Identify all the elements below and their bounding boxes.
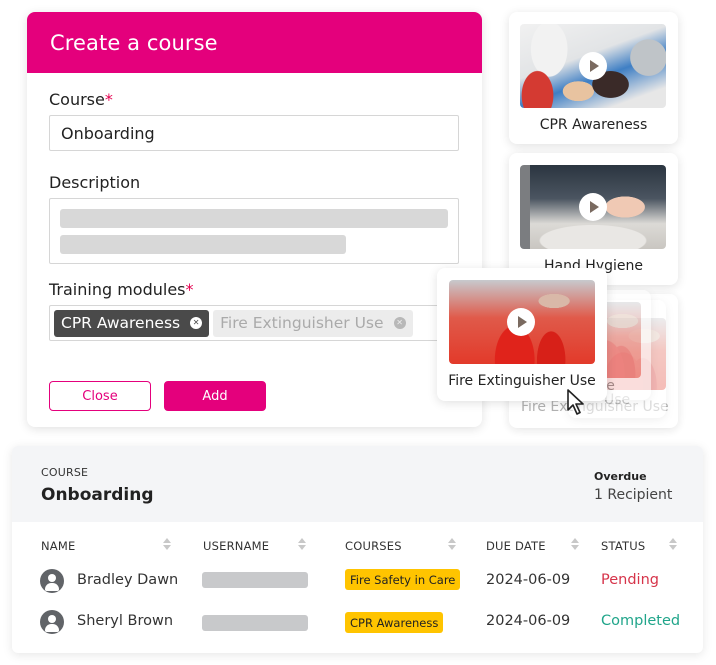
description-placeholder-line	[60, 209, 448, 228]
required-mark: *	[104, 90, 113, 109]
add-button[interactable]: Add	[164, 381, 266, 411]
dialog-header: Create a course	[27, 12, 482, 73]
course-name: Onboarding	[41, 485, 154, 505]
sort-icon[interactable]	[163, 538, 172, 552]
course-badge: Fire Safety in Care	[345, 569, 461, 590]
status-badge: Pending	[601, 572, 659, 588]
video-title: Fire Extinguisher Use	[448, 373, 596, 389]
status-badge: Completed	[601, 613, 681, 629]
course-input-value: Onboarding	[61, 123, 155, 143]
video-title: CPR Awareness	[539, 117, 648, 133]
mouse-pointer-icon	[567, 389, 584, 415]
video-thumbnail	[520, 165, 666, 249]
play-icon[interactable]	[579, 52, 607, 80]
description-label: Description	[49, 173, 141, 192]
avatar-icon	[40, 610, 64, 634]
module-tag-fire-extinguisher-use[interactable]: Fire Extinguisher Use ✕	[213, 309, 413, 337]
column-header-due-date[interactable]: DUE DATE	[486, 539, 546, 553]
video-card-cpr-awareness[interactable]: CPR Awareness	[509, 12, 678, 144]
sort-icon[interactable]	[669, 538, 678, 552]
video-card-hand-hygiene[interactable]: Hand Hygiene	[509, 153, 678, 285]
course-label: Course*	[49, 90, 113, 109]
video-card-fire-extinguisher-use[interactable]: Fire Extinguisher Use	[437, 268, 607, 401]
recipient-name: Bradley Dawn	[77, 572, 179, 588]
close-button[interactable]: Close	[49, 381, 151, 411]
modules-input[interactable]: CPR Awareness ✕ Fire Extinguisher Use ✕	[49, 305, 459, 341]
video-thumbnail	[449, 280, 595, 364]
sort-icon[interactable]	[298, 538, 307, 552]
create-course-dialog: Create a course Course* Onboarding Descr…	[27, 12, 482, 427]
close-circle-icon[interactable]: ✕	[393, 317, 406, 329]
username-placeholder	[202, 572, 308, 588]
required-mark: *	[185, 280, 194, 299]
column-header-name[interactable]: NAME	[41, 539, 75, 553]
sort-icon[interactable]	[448, 538, 457, 552]
play-icon[interactable]	[507, 308, 535, 336]
due-date: 2024-06-09	[486, 613, 571, 629]
sort-icon[interactable]	[571, 538, 580, 552]
overdue-value: 1 Recipient	[594, 487, 673, 503]
play-icon[interactable]	[579, 193, 607, 221]
course-badge: CPR Awareness	[345, 612, 444, 633]
modules-label: Training modules*	[49, 280, 194, 299]
column-header-status[interactable]: STATUS	[601, 539, 645, 553]
overdue-caption: Overdue	[594, 470, 647, 483]
description-textarea[interactable]	[49, 198, 459, 264]
dialog-title: Create a course	[50, 30, 218, 55]
course-input[interactable]: Onboarding	[49, 115, 459, 151]
recipient-name: Sheryl Brown	[77, 613, 174, 629]
video-thumbnail	[520, 24, 666, 108]
course-caption: COURSE	[41, 466, 89, 479]
column-header-courses[interactable]: COURSES	[345, 539, 402, 553]
close-circle-icon[interactable]: ✕	[190, 317, 203, 329]
course-recipients-table: COURSE Onboarding Overdue 1 Recipient NA…	[12, 446, 703, 653]
column-header-username[interactable]: USERNAME	[203, 539, 269, 553]
description-placeholder-line	[60, 235, 346, 254]
due-date: 2024-06-09	[486, 572, 571, 588]
module-tag-cpr-awareness[interactable]: CPR Awareness ✕	[54, 309, 210, 337]
username-placeholder	[202, 615, 308, 631]
table-summary: COURSE Onboarding Overdue 1 Recipient	[12, 446, 703, 522]
avatar-icon	[40, 569, 64, 593]
